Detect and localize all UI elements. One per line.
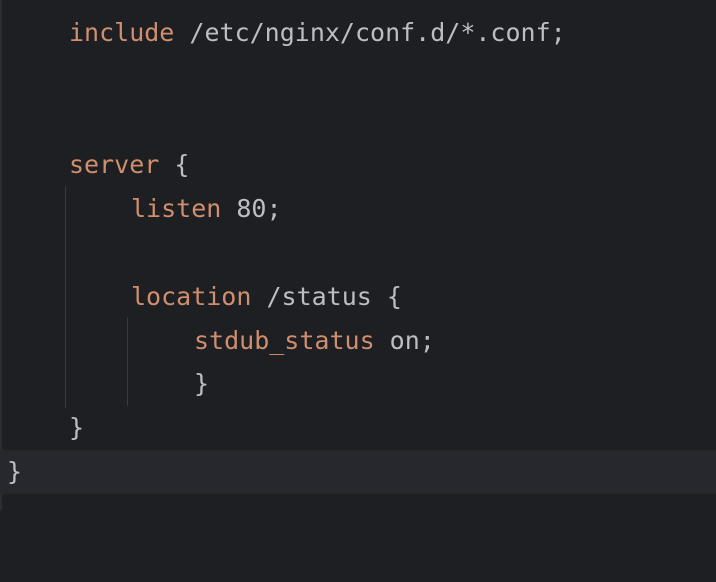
code-line-8[interactable]: stdub_status on; (0, 319, 716, 363)
code-text: } (7, 457, 23, 486)
code-text: } (194, 369, 210, 398)
code-line-1[interactable]: include /etc/nginx/conf.d/*.conf; (0, 11, 716, 55)
code-line-7[interactable]: location /status { (0, 275, 716, 319)
keyword: listen (131, 194, 222, 223)
code-editor[interactable]: include /etc/nginx/conf.d/*.conf; server… (0, 0, 716, 510)
code-text: { (159, 150, 190, 179)
code-text: } (69, 413, 85, 442)
keyword: include (69, 18, 175, 47)
code-line-11-current[interactable]: } (0, 450, 716, 494)
keyword: stdub_status (194, 326, 375, 355)
code-line-9[interactable]: } (0, 362, 716, 406)
code-text: /etc/nginx/conf.d/*.conf; (174, 18, 566, 47)
code-text: /status { (251, 282, 402, 311)
keyword: server (69, 150, 160, 179)
code-line-4[interactable]: server { (0, 143, 716, 187)
code-line-5[interactable]: listen 80; (0, 187, 716, 231)
keyword: location (131, 282, 252, 311)
code-text: on; (374, 326, 435, 355)
code-line-10[interactable]: } (0, 406, 716, 450)
code-text: 80; (221, 194, 282, 223)
